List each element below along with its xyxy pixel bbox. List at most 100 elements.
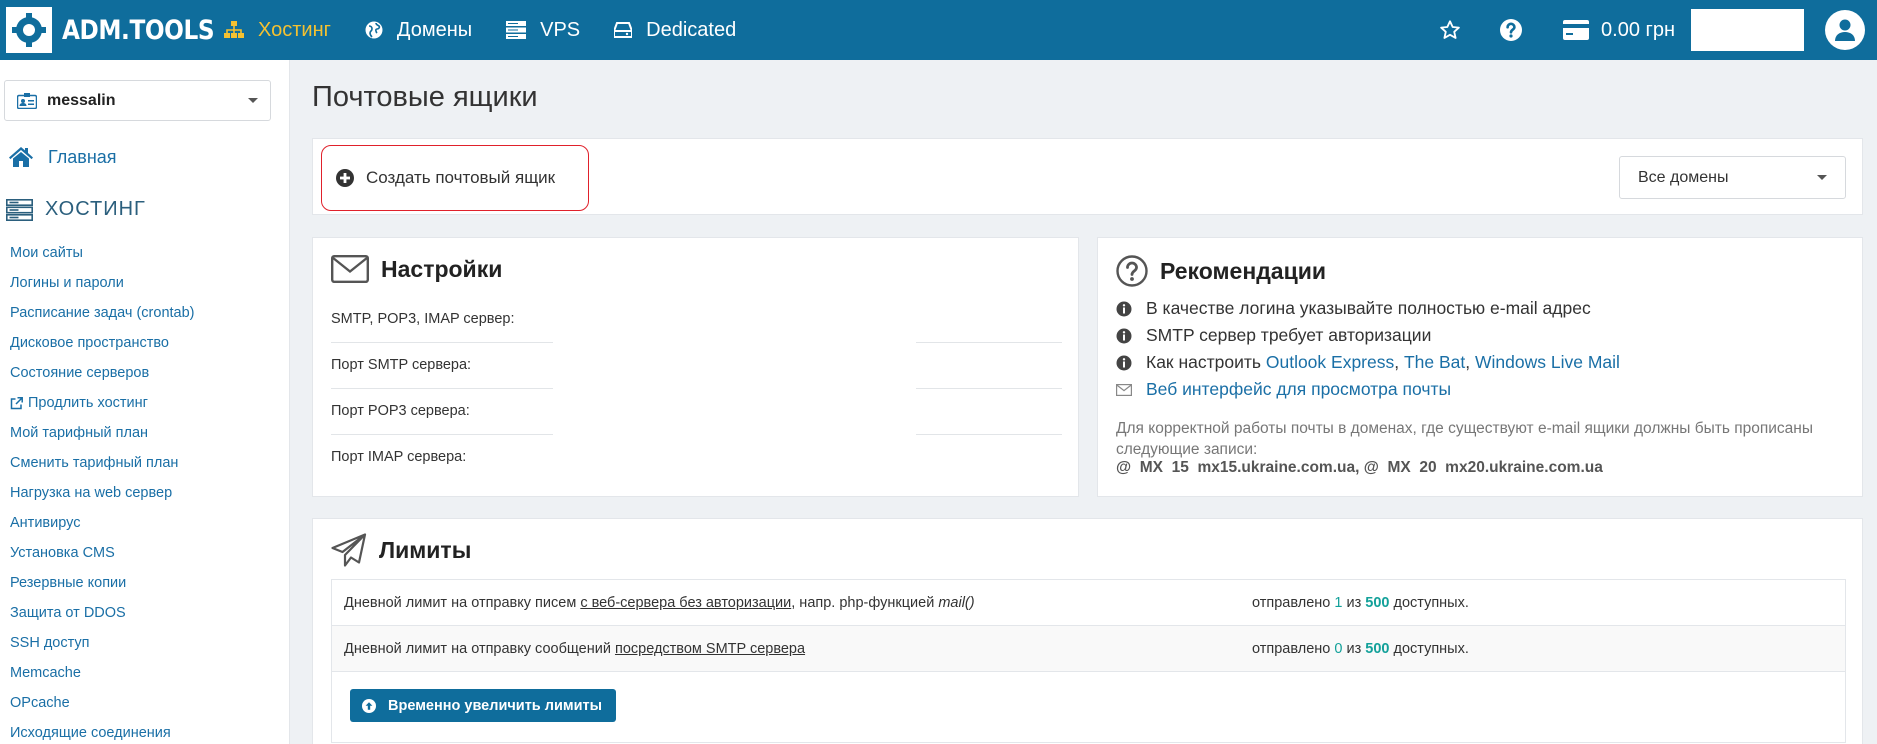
settings-label-server: SMTP, POP3, IMAP сервер: (331, 311, 515, 327)
page-title: Почтовые ящики (312, 81, 538, 113)
server-stack-icon (6, 198, 33, 221)
sitemap-icon (224, 21, 244, 38)
main-nav: Хостинг Домены VPS Dedicated (224, 0, 770, 60)
divider (916, 388, 1062, 389)
rec-setup-prefix: Как настроить (1146, 352, 1261, 372)
limit-text: , напр. php-функцией (791, 594, 939, 611)
link-the-bat[interactable]: The Bat (1404, 352, 1465, 373)
limit-smtp-desc: Дневной лимит на отправку сообщений поср… (344, 641, 805, 657)
create-mailbox-button[interactable]: Создать почтовый ящик (321, 145, 589, 211)
recommendations-list: В качестве логина указывайте полностью e… (1116, 295, 1620, 403)
limit-row-smtp: Дневной лимит на отправку сообщений поср… (332, 626, 1845, 672)
limit-text: отправлено (1252, 640, 1335, 657)
create-mailbox-label: Создать почтовый ящик (366, 168, 556, 187)
sidebar-section-title: ХОСТИНГ (45, 198, 146, 220)
limit-row-webserver: Дневной лимит на отправку писем с веб-се… (332, 580, 1845, 626)
account-select[interactable]: messalin (4, 80, 271, 121)
limits-actions: Временно увеличить лимиты (332, 672, 1845, 742)
sidebar-links: Мои сайты Логины и пароли Расписание зад… (10, 238, 195, 744)
envelope-icon (331, 255, 369, 283)
raise-limits-label: Временно увеличить лимиты (388, 697, 602, 714)
user-name-box[interactable] (1691, 9, 1804, 51)
plus-circle-icon (336, 169, 354, 187)
sidebar-item-home[interactable]: Главная (8, 146, 117, 168)
limit-text: доступных. (1389, 594, 1469, 611)
limit-text: из (1342, 640, 1366, 657)
favorites-star-icon[interactable] (1436, 16, 1464, 44)
divider (331, 434, 553, 435)
sidebar-item-outgoing[interactable]: Исходящие соединения (10, 718, 195, 744)
limit-text: Дневной лимит на отправку писем (344, 594, 581, 611)
rec-smtp-text: SMTP сервер требует авторизации (1146, 325, 1432, 345)
chevron-down-icon (1817, 175, 1827, 180)
envelope-outline-icon (1116, 383, 1132, 396)
rec-item-setup: Как настроить Outlook Express, The Bat, … (1116, 349, 1620, 376)
chevron-down-icon (248, 98, 258, 103)
domain-filter-select[interactable]: Все домены (1619, 156, 1846, 199)
logo[interactable]: ADM.TOOLS (0, 0, 220, 60)
nav-dedicated[interactable]: Dedicated (614, 0, 736, 60)
balance[interactable]: 0.00 грн (1563, 19, 1675, 42)
id-card-icon (17, 92, 37, 109)
limit-webserver-usage: отправлено 1 из 500 доступных. (1252, 595, 1469, 611)
server-icon (506, 21, 527, 39)
raise-limits-button[interactable]: Временно увеличить лимиты (350, 689, 616, 722)
user-avatar-icon[interactable] (1825, 10, 1865, 50)
limits-title: Лимиты (379, 536, 472, 563)
home-icon (9, 147, 33, 167)
mx-records-note: Для корректной работы почты в доменах, г… (1116, 420, 1814, 458)
limit-webserver-desc: Дневной лимит на отправку писем с веб-се… (344, 595, 975, 611)
limit-text: доступных. (1389, 640, 1469, 657)
sidebar-item-renew-hosting[interactable]: Продлить хостинг (10, 388, 195, 418)
sidebar-item-cms-install[interactable]: Установка CMS (10, 538, 195, 568)
rec-item-login: В качестве логина указывайте полностью e… (1116, 295, 1620, 322)
globe-icon (365, 21, 383, 39)
settings-panel: Настройки SMTP, POP3, IMAP сервер: Порт … (312, 237, 1079, 497)
external-link-icon (10, 396, 23, 409)
sidebar-item-web-load[interactable]: Нагрузка на web сервер (10, 478, 195, 508)
sidebar-item-my-sites[interactable]: Мои сайты (10, 238, 195, 268)
link-smtp-server[interactable]: посредством SMTP сервера (615, 641, 805, 657)
sidebar-section-hosting: ХОСТИНГ (6, 198, 146, 221)
sidebar-item-ddos[interactable]: Защита от DDOS (10, 598, 195, 628)
nav-dedicated-label: Dedicated (646, 18, 737, 41)
sidebar-item-disk-space[interactable]: Дисковое пространство (10, 328, 195, 358)
settings-header: Настройки (331, 255, 502, 283)
link-outlook-express[interactable]: Outlook Express (1266, 352, 1394, 373)
limit-max-count: 500 (1365, 640, 1390, 657)
sidebar-item-change-plan[interactable]: Сменить тарифный план (10, 448, 195, 478)
sidebar-item-logins-passwords[interactable]: Логины и пароли (10, 268, 195, 298)
top-right-tools: 0.00 грн (1436, 0, 1877, 60)
sidebar-item-my-plan[interactable]: Мой тарифный план (10, 418, 195, 448)
nav-vps[interactable]: VPS (506, 0, 580, 60)
sidebar-item-ssh[interactable]: SSH доступ (10, 628, 195, 658)
mailbox-toolbar: Создать почтовый ящик Все домены (312, 138, 1863, 215)
arrow-up-circle-icon (362, 698, 376, 713)
sidebar-item-antivirus[interactable]: Антивирус (10, 508, 195, 538)
recommendations-header: Рекомендации (1116, 255, 1326, 287)
nav-hosting-label: Хостинг (258, 18, 331, 41)
help-question-icon[interactable] (1497, 16, 1525, 44)
sidebar-item-opcache[interactable]: OPcache (10, 688, 195, 718)
limit-text: из (1342, 594, 1366, 611)
sidebar-item-backups[interactable]: Резервные копии (10, 568, 195, 598)
limit-max-count: 500 (1365, 594, 1390, 611)
nav-hosting[interactable]: Хостинг (224, 0, 331, 60)
divider (916, 434, 1062, 435)
link-windows-live-mail[interactable]: Windows Live Mail (1475, 352, 1620, 373)
sidebar-item-crontab[interactable]: Расписание задач (crontab) (10, 298, 195, 328)
link-webserver-no-auth[interactable]: с веб-сервера без авторизации (580, 595, 791, 611)
limits-panel: Лимиты Дневной лимит на отправку писем с… (312, 518, 1863, 744)
question-circle-icon (1116, 255, 1148, 287)
info-circle-icon (1116, 301, 1132, 317)
sidebar-item-server-status[interactable]: Состояние серверов (10, 358, 195, 388)
nav-domains[interactable]: Домены (365, 0, 472, 60)
limit-text: Дневной лимит на отправку сообщений (344, 640, 615, 657)
settings-label-smtp-port: Порт SMTP сервера: (331, 357, 472, 373)
rec-login-text: В качестве логина указывайте полностью e… (1146, 298, 1591, 318)
sidebar-home-label: Главная (48, 146, 117, 167)
rec-item-smtp-auth: SMTP сервер требует авторизации (1116, 322, 1620, 349)
link-webmail[interactable]: Веб интерфейс для просмотра почты (1146, 379, 1451, 400)
rec-item-webmail: Веб интерфейс для просмотра почты (1116, 376, 1620, 403)
sidebar-item-memcache[interactable]: Memcache (10, 658, 195, 688)
